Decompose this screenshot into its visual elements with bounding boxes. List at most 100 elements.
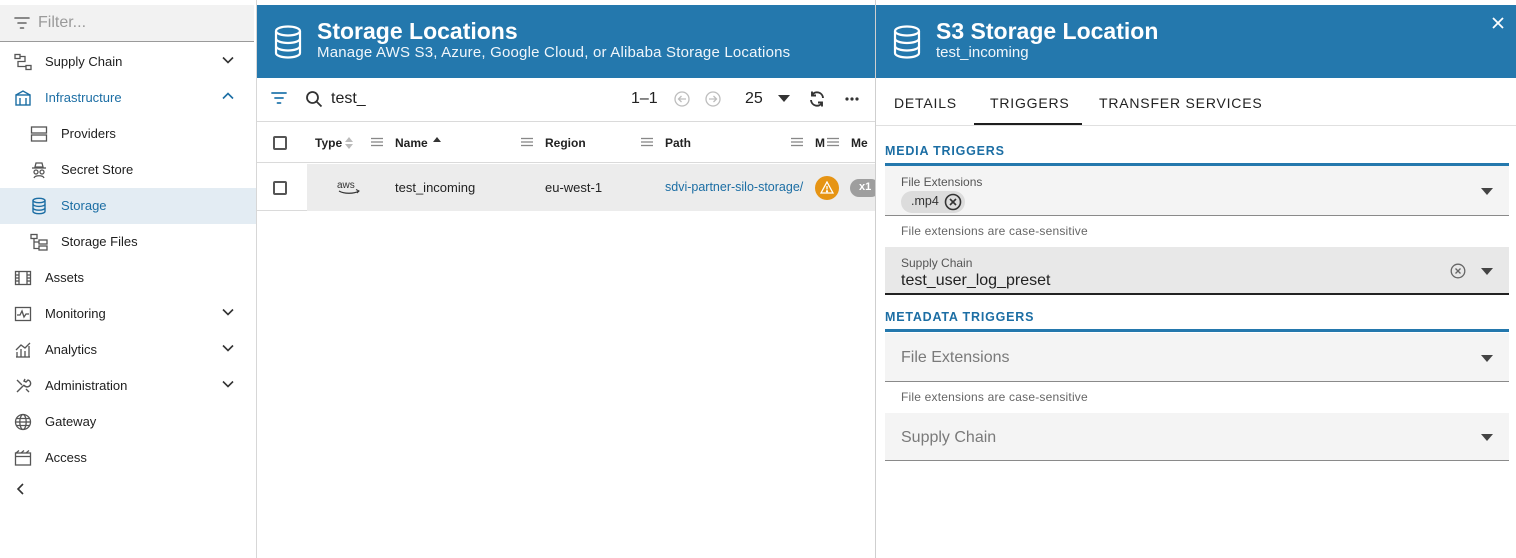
sidebar-item-administration[interactable]: Administration [0,368,256,404]
column-menu-icon[interactable] [791,137,803,147]
column-menu-icon[interactable] [371,137,383,147]
detail-header: S3 Storage Location test_incoming [876,5,1516,78]
media-file-extensions-field[interactable]: File Extensions .mp4 [885,166,1509,216]
column-header-m[interactable]: M [815,136,825,150]
access-icon [14,449,32,467]
page-subtitle: Manage AWS S3, Azure, Google Cloud, or A… [317,44,791,61]
monitoring-icon [14,305,32,323]
sidebar-item-secret-store[interactable]: Secret Store [0,152,256,188]
sidebar-item-assets[interactable]: Assets [0,260,256,296]
table-row[interactable]: aws test_incoming eu-west-1 sdvi-partner… [257,164,880,211]
assets-icon [14,269,32,287]
column-header-name[interactable]: Name [395,136,428,150]
caret-down-icon[interactable] [1481,434,1493,441]
filter-list-icon[interactable] [271,91,287,105]
active-tab-indicator [974,123,1082,125]
field-label: File Extensions [901,175,983,189]
tab-triggers[interactable]: TRIGGERS [990,95,1070,111]
column-header-type[interactable]: Type [315,136,342,150]
sort-ascending-icon[interactable] [433,137,441,143]
sidebar-item-supply-chain[interactable]: Supply Chain [0,44,256,80]
sidebar-item-label: Providers [61,126,116,141]
sidebar-item-label: Access [45,450,87,465]
sort-icon[interactable] [345,137,353,149]
clear-icon[interactable] [1450,263,1466,279]
sidebar-item-monitoring[interactable]: Monitoring [0,296,256,332]
next-page-icon[interactable] [705,91,721,107]
database-icon [273,25,303,59]
media-supply-chain-select[interactable]: Supply Chain test_user_log_preset [885,247,1509,295]
filter-icon [14,16,30,30]
sidebar-item-providers[interactable]: Providers [0,116,256,152]
filter-placeholder: Filter... [38,14,87,31]
storage-files-icon [30,233,48,251]
s3-storage-detail-panel: S3 Storage Location test_incoming DETAIL… [875,0,1516,558]
caret-down-icon[interactable] [778,95,790,102]
row-path-link[interactable]: sdvi-partner-silo-storage/ [665,180,807,194]
globe-icon [14,413,32,431]
supply-chain-icon [14,53,32,71]
secret-store-icon [30,161,48,179]
chip-label: .mp4 [911,194,939,208]
table-header: Type Name Region Path M Me [257,123,875,163]
refresh-icon[interactable] [808,90,826,108]
detail-tabs: DETAILS TRIGGERS TRANSFER SERVICES [876,78,1516,126]
sidebar-item-storage-files[interactable]: Storage Files [0,224,256,260]
tab-transfer-services[interactable]: TRANSFER SERVICES [1099,95,1263,111]
sidebar-item-label: Secret Store [61,162,134,177]
sidebar-item-label: Gateway [45,414,97,429]
column-header-me[interactable]: Me [851,136,868,150]
column-header-path[interactable]: Path [665,136,691,150]
previous-page-icon[interactable] [674,91,690,107]
sidebar-filter-input[interactable]: Filter... [0,5,254,42]
list-toolbar: test_ 1–1 25 [257,78,875,122]
metadata-triggers-title: METADATA TRIGGERS [885,310,1035,324]
sidebar-item-storage[interactable]: Storage [0,188,256,224]
column-menu-icon[interactable] [827,137,839,147]
select-all-checkbox[interactable] [273,136,287,150]
sidebar-item-label: Analytics [45,342,98,357]
tab-details[interactable]: DETAILS [894,95,957,111]
metadata-file-extensions-field[interactable]: File Extensions [885,333,1509,382]
svg-text:aws: aws [337,180,355,191]
warning-icon[interactable] [815,176,839,200]
sidebar-item-access[interactable]: Access [0,440,256,476]
chevron-up-icon [222,92,234,100]
sidebar-item-analytics[interactable]: Analytics [0,332,256,368]
close-icon[interactable] [1491,16,1505,30]
storage-icon [30,197,48,215]
row-name: test_incoming [395,180,476,195]
sidebar-item-label: Monitoring [45,306,106,321]
caret-down-icon[interactable] [1481,188,1493,195]
media-extensions-helper: File extensions are case-sensitive [901,224,1088,238]
field-placeholder: File Extensions [901,349,1010,366]
sidebar-item-label: Supply Chain [45,54,123,69]
database-icon [892,25,922,59]
sidebar-item-label: Storage Files [61,234,138,249]
row-checkbox[interactable] [273,181,287,195]
row-region: eu-west-1 [545,180,603,195]
caret-down-icon[interactable] [1481,355,1493,362]
caret-down-icon[interactable] [1481,268,1493,275]
search-input[interactable]: test_ [331,90,366,108]
column-menu-icon[interactable] [521,137,533,147]
sidebar-item-label: Assets [45,270,85,285]
page-size-select[interactable]: 25 [745,90,763,108]
sidebar-item-infrastructure[interactable]: Infrastructure [0,80,256,116]
list-header: Storage Locations Manage AWS S3, Azure, … [257,5,875,78]
chip-remove-icon[interactable] [944,193,962,211]
infrastructure-icon [14,89,32,107]
sidebar: Filter... Supply Chain Infrastructure Pr… [0,0,257,558]
sidebar-item-label: Storage [61,198,107,213]
sidebar-item-label: Administration [45,378,128,393]
chevron-down-icon [222,344,234,352]
sidebar-item-gateway[interactable]: Gateway [0,404,256,440]
chevron-down-icon [222,380,234,388]
more-options-icon[interactable] [845,97,859,101]
column-menu-icon[interactable] [641,137,653,147]
detail-title: S3 Storage Location [936,18,1159,44]
column-header-region[interactable]: Region [545,136,586,150]
collapse-sidebar-icon[interactable] [14,482,28,496]
metadata-supply-chain-select[interactable]: Supply Chain [885,413,1509,461]
metadata-extensions-helper: File extensions are case-sensitive [901,390,1088,404]
